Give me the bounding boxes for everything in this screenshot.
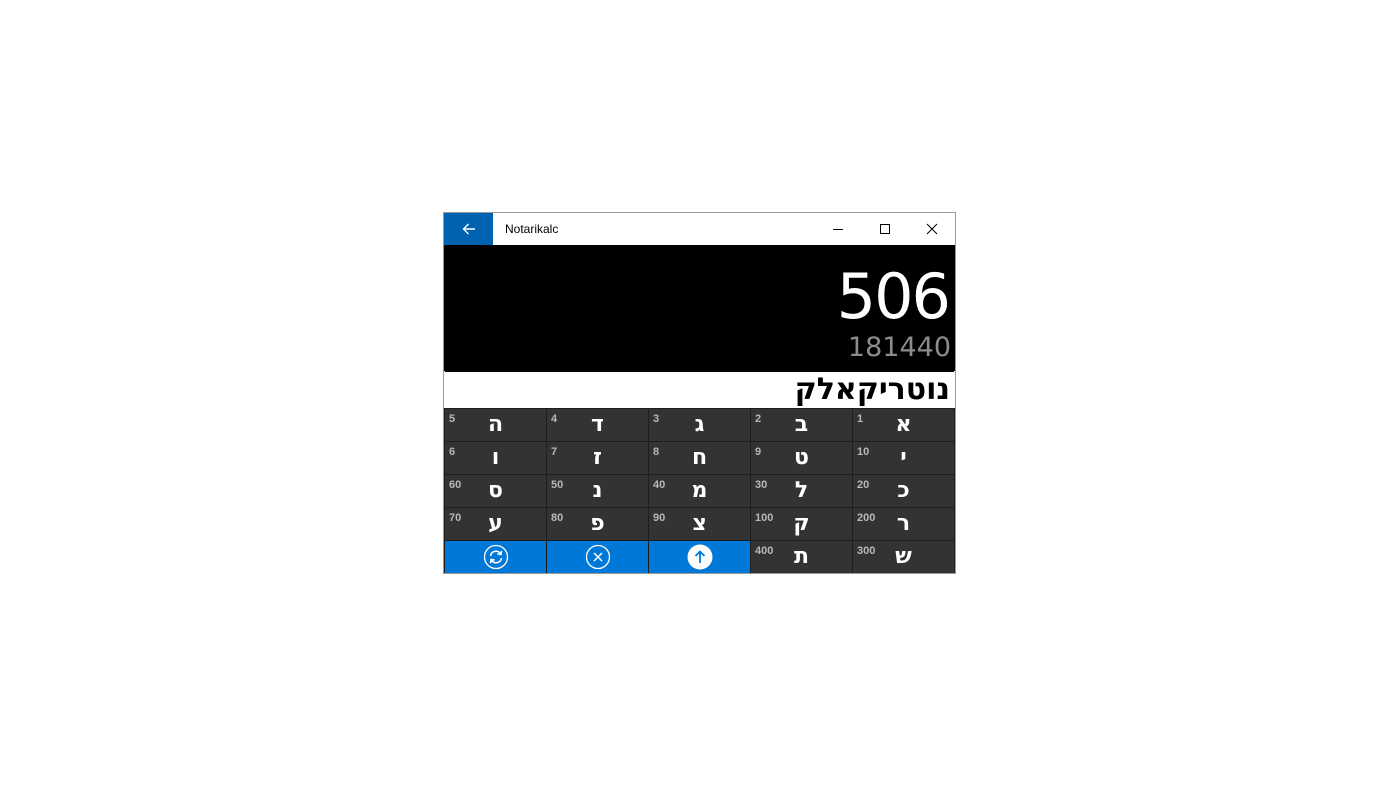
letter-label: ד (591, 412, 604, 437)
letter-label: ק (793, 511, 810, 536)
letter-label: ג (694, 412, 705, 437)
letter-key[interactable]: 300 ש (853, 541, 954, 573)
letter-label: ט (794, 445, 809, 470)
letter-key[interactable]: 2ב (751, 409, 852, 441)
minimize-button[interactable] (815, 213, 861, 245)
letter-key[interactable]: 4ד (547, 409, 648, 441)
word-input[interactable]: נוטריקאלק (445, 371, 954, 407)
letter-key[interactable]: 20 כ (853, 475, 954, 507)
letter-key[interactable]: 5ה (445, 409, 546, 441)
result-display: 506 181440 (444, 245, 955, 371)
letter-label: כ (897, 478, 910, 503)
maximize-button[interactable] (862, 213, 908, 245)
letter-key[interactable]: 70 ע (445, 508, 546, 540)
letter-label: ח (691, 445, 708, 470)
submit-arrow-up-icon (687, 544, 712, 570)
letter-key[interactable]: 30 ל (751, 475, 852, 507)
letter-key[interactable]: 3ג (649, 409, 750, 441)
letter-label: א (895, 412, 912, 437)
secondary-result-value: 181440 (847, 332, 951, 363)
letter-key[interactable]: 8ח (649, 442, 750, 474)
minimize-icon (833, 229, 843, 230)
arrow-left-icon (462, 223, 475, 235)
back-button[interactable] (444, 213, 493, 245)
window-title: Notarikalc (505, 222, 559, 236)
letter-label: ש (895, 544, 912, 569)
letter-label: ה (487, 412, 504, 437)
letter-key[interactable]: 80 פ (547, 508, 648, 540)
letter-label: ר (896, 511, 911, 536)
letter-key[interactable]: 10 י (853, 442, 954, 474)
maximize-icon (880, 224, 890, 234)
letter-key[interactable]: 7ז (547, 442, 648, 474)
clear-button[interactable] (547, 541, 648, 573)
keypad: 5 ה 4 ד 3 ג 2 ב 1 א 6 ו 7 ז 8 ח 9 ט 10 י 60 ס 50 נ 40 מ 30 ל 20 כ 70 ע 8… (444, 408, 955, 573)
letter-label: י (900, 445, 907, 470)
letter-key[interactable]: 100 ק (751, 508, 852, 540)
word-input-text: נוטריקאלק (794, 372, 950, 407)
letter-key[interactable]: 40 מ (649, 475, 750, 507)
reset-button[interactable] (445, 541, 546, 573)
letter-label: ו (491, 445, 500, 470)
letter-key[interactable]: 200 ר (853, 508, 954, 540)
letter-key[interactable]: 60 ס (445, 475, 546, 507)
letter-label: נ (592, 478, 603, 503)
letter-label: פ (590, 511, 605, 536)
letter-label: ת (793, 544, 810, 569)
letter-key[interactable]: 1א (853, 409, 954, 441)
letter-label: ז (593, 445, 602, 470)
letter-label: צ (692, 511, 707, 536)
letter-key[interactable]: 50 נ (547, 475, 648, 507)
letter-label: ע (488, 511, 503, 536)
result-value: 506 (836, 260, 951, 333)
letter-label: ל (794, 478, 809, 503)
close-button[interactable] (909, 213, 955, 245)
submit-button[interactable] (649, 541, 750, 573)
letter-label: ב (794, 412, 809, 437)
refresh-icon (483, 544, 508, 570)
clear-icon (585, 544, 610, 570)
letter-key[interactable]: 9ט (751, 442, 852, 474)
letter-label: מ (691, 478, 708, 503)
close-icon (926, 223, 938, 235)
letter-label: ס (488, 478, 503, 503)
title-bar: Notarikalc (444, 213, 955, 245)
letter-key[interactable]: 90 צ (649, 508, 750, 540)
letter-key[interactable]: 6ו (445, 442, 546, 474)
app-window: Notarikalc 506 181440 נוטריקאלק 5ה4ד3ג2ב… (443, 212, 956, 574)
letter-key[interactable]: 400 ת (751, 541, 852, 573)
